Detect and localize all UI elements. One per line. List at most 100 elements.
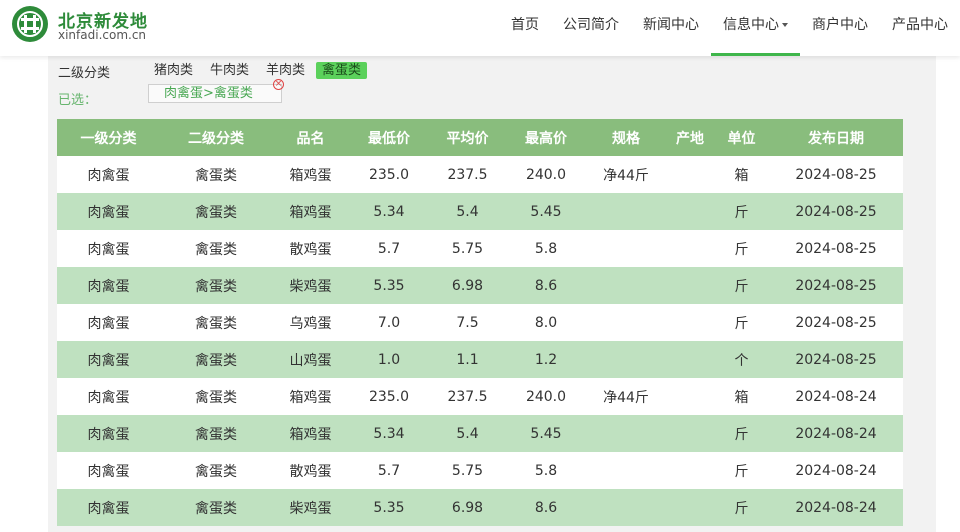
cell-category1: 肉禽蛋: [87, 389, 130, 406]
cell-category1: 肉禽蛋: [87, 204, 130, 221]
col-header-unit[interactable]: 单位: [714, 128, 769, 148]
cell-max-price: 1.2: [534, 351, 558, 368]
cell-product: 山鸡蛋: [289, 352, 332, 369]
cell-avg-price: 5.75: [451, 240, 484, 257]
cell-category1: 肉禽蛋: [87, 167, 130, 184]
table-row: 肉禽蛋 禽蛋类 乌鸡蛋 7.0 7.5 8.0 斤 2024-08-25: [57, 304, 903, 341]
nav-products-label: 产品中心: [892, 17, 948, 33]
cell-min-price: 5.7: [377, 240, 401, 257]
cell-unit: 个: [734, 352, 749, 369]
nav-home[interactable]: 首页: [499, 0, 551, 56]
cell-date: 2024-08-25: [795, 277, 877, 294]
col-header-max-price[interactable]: 最高价: [506, 128, 586, 148]
cell-category1: 肉禽蛋: [87, 315, 130, 332]
cell-category2: 禽蛋类: [195, 426, 237, 443]
cell-unit: 斤: [734, 500, 749, 517]
cell-category2: 禽蛋类: [195, 389, 237, 406]
cell-category1: 肉禽蛋: [87, 500, 130, 517]
cell-unit: 斤: [734, 426, 749, 443]
col-header-date[interactable]: 发布日期: [769, 128, 903, 148]
category-beef[interactable]: 牛肉类: [204, 62, 255, 79]
col-header-spec[interactable]: 规格: [586, 128, 666, 148]
cell-category2: 禽蛋类: [195, 352, 237, 369]
nav-news-label: 新闻中心: [643, 17, 699, 33]
cell-product: 箱鸡蛋: [289, 426, 332, 443]
cell-date: 2024-08-24: [795, 499, 877, 516]
cell-max-price: 5.8: [534, 240, 558, 257]
close-icon[interactable]: ×: [273, 79, 284, 90]
logo-domain: xinfadi.com.cn: [58, 28, 147, 42]
site-logo[interactable]: 北京新发地 xinfadi.com.cn: [12, 6, 162, 46]
cell-unit: 箱: [734, 389, 749, 406]
logo-emblem-icon: [12, 6, 48, 42]
cell-product: 散鸡蛋: [289, 241, 332, 258]
table-row: 肉禽蛋 禽蛋类 山鸡蛋 1.0 1.1 1.2 个 2024-08-25: [57, 341, 903, 378]
cell-max-price: 240.0: [525, 166, 567, 183]
cell-date: 2024-08-24: [795, 462, 877, 479]
nav-about[interactable]: 公司简介: [551, 0, 631, 56]
nav-merchants[interactable]: 商户中心: [800, 0, 880, 56]
nav-info-center[interactable]: 信息中心: [711, 0, 800, 56]
cell-date: 2024-08-24: [795, 425, 877, 442]
cell-min-price: 5.35: [373, 499, 405, 516]
col-header-origin[interactable]: 产地: [666, 128, 714, 148]
table-header-row: 一级分类 二级分类 品名 最低价 平均价 最高价 规格 产地 单位 发布日期: [57, 119, 903, 156]
cell-spec: 净44斤: [603, 389, 649, 406]
cell-avg-price: 6.98: [451, 277, 484, 294]
cell-product: 散鸡蛋: [289, 463, 332, 480]
cell-category2: 禽蛋类: [195, 500, 237, 517]
category-mutton[interactable]: 羊肉类: [260, 62, 311, 79]
cell-max-price: 240.0: [525, 388, 567, 405]
nav-products[interactable]: 产品中心: [880, 0, 960, 56]
cell-date: 2024-08-25: [795, 203, 877, 220]
cell-min-price: 235.0: [368, 166, 410, 183]
cell-avg-price: 5.4: [456, 203, 479, 220]
cell-date: 2024-08-25: [795, 166, 877, 183]
table-row: 肉禽蛋 禽蛋类 箱鸡蛋 235.0 237.5 240.0 净44斤 箱 2024-08-25: [57, 156, 903, 193]
selected-tag: 肉禽蛋>禽蛋类: [148, 84, 282, 103]
cell-avg-price: 237.5: [447, 388, 488, 405]
col-header-product[interactable]: 品名: [272, 128, 349, 148]
price-table: 一级分类 二级分类 品名 最低价 平均价 最高价 规格 产地 单位 发布日期 肉…: [57, 119, 903, 526]
cell-max-price: 8.0: [534, 314, 558, 331]
cell-product: 箱鸡蛋: [289, 204, 332, 221]
selected-label: 已选：: [58, 93, 98, 108]
cell-avg-price: 1.1: [456, 351, 479, 368]
col-header-category2[interactable]: 二级分类: [160, 128, 272, 148]
main-nav: 首页 公司简介 新闻中心 信息中心 商户中心 产品中心: [499, 0, 960, 56]
cell-product: 柴鸡蛋: [289, 500, 332, 517]
category-eggs-poultry[interactable]: 禽蛋类: [316, 62, 368, 79]
cell-product: 箱鸡蛋: [289, 389, 332, 406]
cell-unit: 斤: [734, 463, 749, 480]
nav-home-label: 首页: [511, 17, 539, 33]
cell-category2: 禽蛋类: [195, 463, 237, 480]
cell-unit: 箱: [734, 167, 749, 184]
cell-product: 乌鸡蛋: [289, 315, 332, 332]
table-row: 肉禽蛋 禽蛋类 柴鸡蛋 5.35 6.98 8.6 斤 2024-08-24: [57, 489, 903, 526]
cell-date: 2024-08-24: [795, 388, 877, 405]
col-header-category1[interactable]: 一级分类: [57, 128, 160, 148]
col-header-avg-price[interactable]: 平均价: [429, 128, 506, 148]
cell-max-price: 8.6: [534, 499, 558, 516]
cell-max-price: 5.8: [534, 462, 558, 479]
filter-label: 二级分类: [58, 66, 111, 81]
category-pork[interactable]: 猪肉类: [148, 62, 199, 79]
cell-unit: 斤: [734, 241, 749, 258]
cell-date: 2024-08-25: [795, 351, 877, 368]
cell-min-price: 235.0: [368, 388, 410, 405]
cell-category1: 肉禽蛋: [87, 241, 130, 258]
cell-min-price: 5.35: [373, 277, 405, 294]
table-row: 肉禽蛋 禽蛋类 箱鸡蛋 5.34 5.4 5.45 斤 2024-08-25: [57, 193, 903, 230]
cell-min-price: 7.0: [377, 314, 401, 331]
col-header-min-price[interactable]: 最低价: [349, 128, 429, 148]
chevron-down-icon: [782, 23, 788, 27]
table-row: 肉禽蛋 禽蛋类 柴鸡蛋 5.35 6.98 8.6 斤 2024-08-25: [57, 267, 903, 304]
cell-category2: 禽蛋类: [195, 167, 237, 184]
cell-category1: 肉禽蛋: [87, 352, 130, 369]
nav-news[interactable]: 新闻中心: [631, 0, 711, 56]
cell-category2: 禽蛋类: [195, 315, 237, 332]
cell-unit: 斤: [734, 315, 749, 332]
cell-avg-price: 5.4: [456, 425, 479, 442]
nav-merchants-label: 商户中心: [812, 17, 868, 33]
nav-about-label: 公司简介: [563, 17, 619, 33]
